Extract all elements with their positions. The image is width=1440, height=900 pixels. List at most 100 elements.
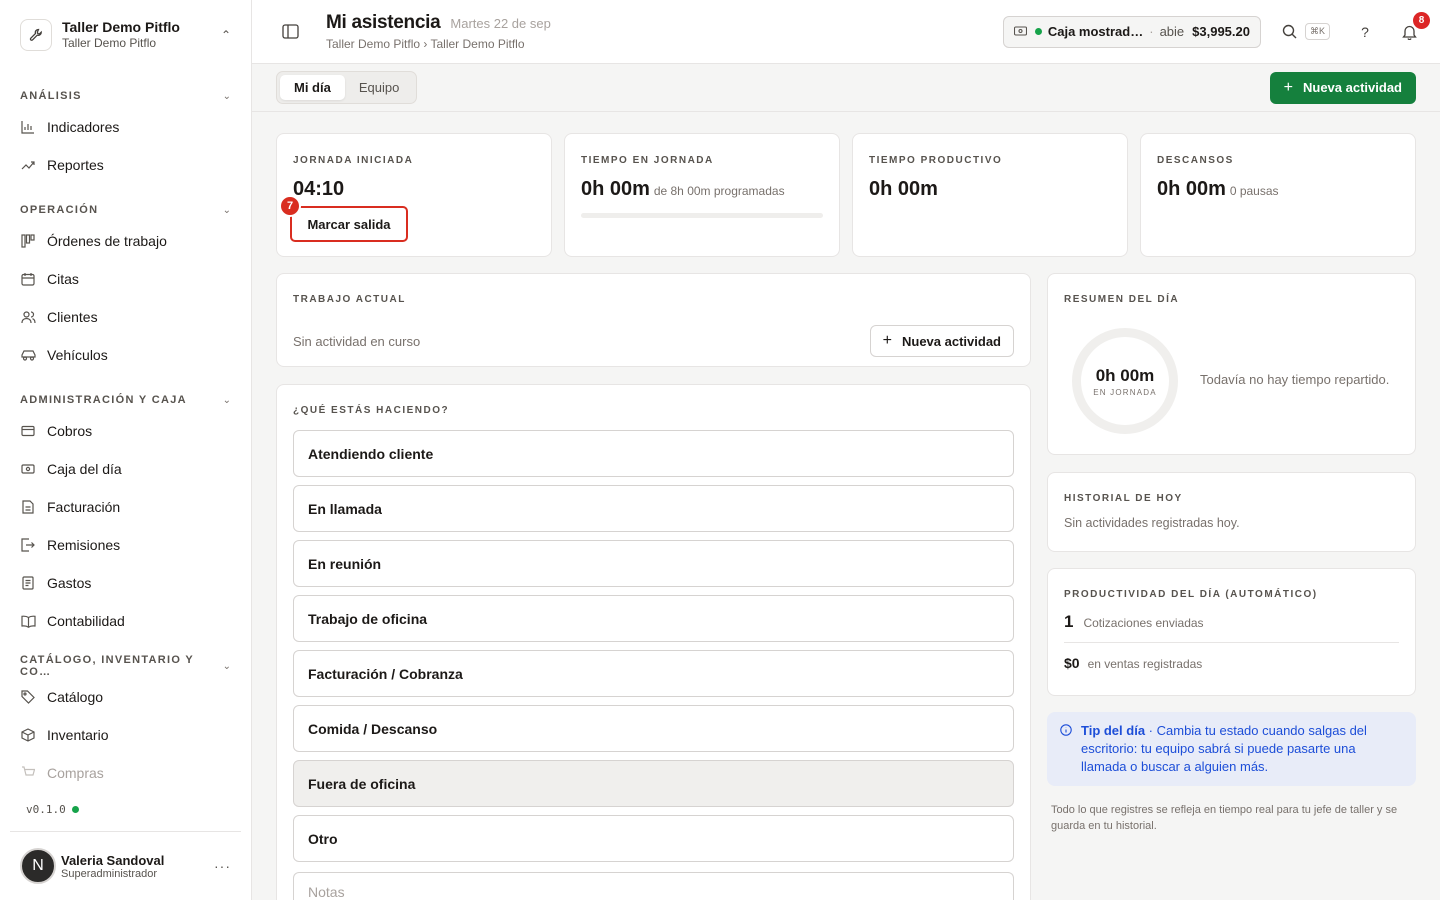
chevron-down-icon: ⌄	[222, 394, 231, 406]
user-menu[interactable]: N Valeria Sandoval Superadministrador ··…	[10, 831, 241, 900]
card-label: RESUMEN DEL DÍA	[1064, 294, 1180, 305]
stat-value: 0h 00m	[581, 178, 650, 200]
sidebar-item-label: Indicadores	[47, 119, 120, 135]
cash-icon	[20, 461, 36, 477]
book-icon	[20, 613, 36, 629]
sidebar-item-label: Vehículos	[47, 347, 108, 363]
status-option-oficina[interactable]: Trabajo de oficina	[293, 595, 1014, 642]
stat-value: 0h 00m	[1157, 178, 1226, 200]
tab-equipo[interactable]: Equipo	[345, 75, 413, 100]
sidebar-item-facturacion[interactable]: Facturación	[0, 488, 251, 526]
sidebar-item-clientes[interactable]: Clientes	[0, 298, 251, 336]
status-dot	[71, 806, 79, 813]
version-text: v0.1.0	[26, 803, 66, 816]
cashbox-button[interactable]: Caja mostrad… · abie $3,995.20	[1002, 15, 1261, 48]
chevron-down-icon: ⌄	[222, 90, 231, 102]
sidebar: Taller Demo Pitflo Taller Demo Pitflo ⌃ …	[0, 0, 252, 900]
status-option-fuera[interactable]: Fuera de oficina	[293, 760, 1014, 807]
nav-section-administracion[interactable]: ADMINISTRACIÓN Y CAJA ⌄	[0, 388, 251, 412]
avatar: N	[20, 848, 56, 884]
status-option-facturacion[interactable]: Facturación / Cobranza	[293, 650, 1014, 697]
status-option-otro[interactable]: Otro	[293, 815, 1014, 862]
donut-value: 0h 00m	[1095, 365, 1155, 385]
content: JORNADA INICIADA 04:10 Marcar salida 7 T…	[276, 112, 1416, 900]
sidebar-item-contabilidad[interactable]: Contabilidad	[0, 602, 251, 640]
shortcut-hint: ⌘K	[1304, 23, 1330, 40]
org-name: Taller Demo Pitflo	[62, 19, 180, 35]
user-role: Superadministrador	[61, 867, 157, 880]
nav-section-title: ANÁLISIS	[20, 90, 82, 102]
status-option-comida[interactable]: Comida / Descanso	[293, 705, 1014, 752]
status-option-llamada[interactable]: En llamada	[293, 485, 1014, 532]
trend-icon	[20, 157, 36, 173]
sidebar-item-citas[interactable]: Citas	[0, 260, 251, 298]
help-icon[interactable]: ?	[1354, 21, 1376, 43]
car-icon	[20, 347, 36, 363]
sidebar-item-label: Cobros	[47, 423, 93, 439]
card-label: HISTORIAL DE HOY	[1064, 493, 1183, 504]
stat-label: TIEMPO EN JORNADA	[581, 155, 714, 166]
search-icon[interactable]	[1279, 21, 1301, 43]
step-badge: 7	[279, 195, 301, 217]
chevron-up-down-icon: ⌃	[220, 28, 231, 42]
bar-chart-icon	[20, 119, 36, 135]
sidebar-item-label: Remisiones	[47, 537, 121, 553]
sidebar-item-label: Contabilidad	[47, 613, 125, 629]
sidebar-item-label: Caja del día	[47, 461, 122, 477]
more-icon[interactable]: ···	[214, 858, 231, 874]
stat-tiempo-productivo: TIEMPO PRODUCTIVO 0h 00m	[852, 133, 1128, 257]
nav-section-title: CATÁLOGO, INVENTARIO Y CO…	[20, 654, 194, 678]
tab-mi-dia[interactable]: Mi día	[280, 75, 345, 100]
stat-label: TIEMPO PRODUCTIVO	[869, 155, 1003, 166]
new-activity-outline-button[interactable]: + Nueva actividad	[869, 325, 1014, 357]
empty-state: Sin actividad en curso	[293, 333, 421, 349]
footnote: Todo lo que registres se refleja en tiem…	[1051, 804, 1398, 832]
sidebar-item-catalogo[interactable]: Catálogo	[0, 678, 251, 716]
credit-card-icon	[20, 423, 36, 439]
sidebar-item-label: Gastos	[47, 575, 92, 591]
history-card: HISTORIAL DE HOY Sin actividades registr…	[1047, 472, 1416, 552]
topbar: Mi asistencia Martes 22 de sep Taller De…	[252, 0, 1440, 64]
stat-label: DESCANSOS	[1157, 155, 1234, 166]
current-work-card: TRABAJO ACTUAL Sin actividad en curso + …	[276, 273, 1031, 367]
card-label: TRABAJO ACTUAL	[293, 294, 406, 305]
sidebar-item-compras[interactable]: Compras	[0, 754, 251, 792]
sidebar-item-caja[interactable]: Caja del día	[0, 450, 251, 488]
sidebar-item-label: Catálogo	[47, 689, 104, 705]
clock-out-button[interactable]: Marcar salida	[290, 206, 408, 242]
sidebar-item-indicadores[interactable]: Indicadores	[0, 108, 251, 146]
receipt-icon	[20, 575, 36, 591]
sales-amount: $0	[1064, 655, 1080, 671]
sidebar-item-reportes[interactable]: Reportes	[0, 146, 251, 184]
notifications-button[interactable]: 8	[1398, 11, 1430, 43]
status-dot	[1034, 28, 1042, 35]
kanban-icon	[20, 233, 36, 249]
sidebar-item-inventario[interactable]: Inventario	[0, 716, 251, 754]
nav-section-analisis[interactable]: ANÁLISIS ⌄	[0, 84, 251, 108]
status-option-atendiendo[interactable]: Atendiendo cliente	[293, 430, 1014, 477]
quotes-count: 1	[1064, 612, 1074, 631]
sidebar-item-remisiones[interactable]: Remisiones	[0, 526, 251, 564]
empty-state: Sin actividades registradas hoy.	[1064, 516, 1240, 530]
sidebar-item-cobros[interactable]: Cobros	[0, 412, 251, 450]
nav-section-catalogo[interactable]: CATÁLOGO, INVENTARIO Y CO… ⌄	[0, 654, 251, 678]
plus-icon: +	[1283, 78, 1293, 96]
chevron-down-icon: ⌄	[222, 660, 231, 672]
users-icon	[20, 309, 36, 325]
sidebar-item-label: Reportes	[47, 157, 104, 173]
sidebar-item-label: Órdenes de trabajo	[47, 233, 167, 249]
workday-progress-bar	[581, 213, 823, 218]
sidebar-item-gastos[interactable]: Gastos	[0, 564, 251, 602]
sidebar-toggle-icon[interactable]	[280, 22, 300, 42]
cashbox-amount: $3,995.20	[1192, 24, 1250, 39]
new-activity-button[interactable]: + Nueva actividad	[1269, 71, 1416, 104]
stat-label: JORNADA INICIADA	[293, 155, 414, 166]
day-summary-card: RESUMEN DEL DÍA 0h 00m EN JORNADA Todaví…	[1047, 273, 1416, 455]
tag-icon	[20, 689, 36, 705]
nav-section-operacion[interactable]: OPERACIÓN ⌄	[0, 198, 251, 222]
sidebar-item-ordenes[interactable]: Órdenes de trabajo	[0, 222, 251, 260]
sidebar-item-vehiculos[interactable]: Vehículos	[0, 336, 251, 374]
notes-field[interactable]: Notas	[293, 872, 1014, 900]
org-switcher[interactable]: Taller Demo Pitflo Taller Demo Pitflo ⌃	[0, 0, 251, 70]
status-option-reunion[interactable]: En reunión	[293, 540, 1014, 587]
